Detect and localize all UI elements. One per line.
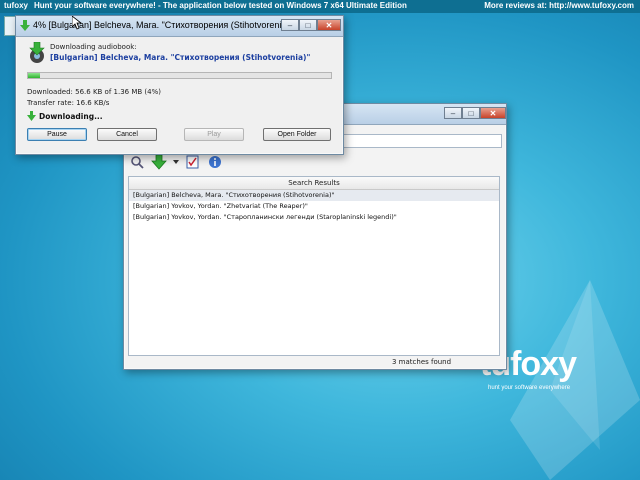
info-icon[interactable] xyxy=(206,154,224,170)
list-item[interactable]: [Bulgarian] Yovkov, Yordan. "Старопланин… xyxy=(129,212,499,223)
checklist-icon[interactable] xyxy=(184,154,202,170)
status-bar: 3 matches found xyxy=(128,356,500,368)
list-item[interactable]: [Bulgarian] Belcheva, Mara. "Стихотворен… xyxy=(129,190,499,201)
search-icon[interactable] xyxy=(128,154,146,170)
top-banner: tufoxy Hunt your software everywhere! - … xyxy=(0,0,640,13)
cancel-button[interactable]: Cancel xyxy=(97,128,157,141)
maximize-icon[interactable]: □ xyxy=(299,19,317,31)
watermark-tagline: hunt your software everywhere xyxy=(488,385,571,391)
downloaded-text: Downloaded: 56.6 KB of 1.36 MB (4%) xyxy=(27,88,161,96)
download-arrow-icon xyxy=(20,20,30,31)
download-status-text: Downloading... xyxy=(39,111,103,121)
download-progress-bar xyxy=(27,72,332,79)
match-count: 3 matches found xyxy=(392,358,452,366)
chevron-down-icon[interactable] xyxy=(172,154,180,170)
download-status: Downloading... xyxy=(27,111,103,121)
download-arrow-icon[interactable] xyxy=(150,154,168,170)
play-button[interactable]: Play xyxy=(184,128,244,141)
results-header: Search Results xyxy=(129,177,499,190)
pause-button[interactable]: Pause xyxy=(27,128,87,141)
search-results-panel: Search Results [Bulgarian] Belcheva, Mar… xyxy=(128,176,500,356)
close-icon[interactable]: ✕ xyxy=(317,19,341,31)
download-item-title: [Bulgarian] Belcheva, Mara. "Стихотворен… xyxy=(50,53,311,62)
transfer-rate-text: Transfer rate: 16.6 KB/s xyxy=(27,99,110,107)
downloading-label: Downloading audiobook: xyxy=(50,43,137,51)
download-arrow-icon xyxy=(27,111,36,121)
minimize-icon[interactable]: – xyxy=(281,19,299,31)
banner-ad-text: Hunt your software everywhere! - The app… xyxy=(34,1,407,10)
main-toolbar xyxy=(128,152,224,172)
banner-reviews-link[interactable]: More reviews at: http://www.tufoxy.com xyxy=(484,1,634,10)
open-folder-button[interactable]: Open Folder xyxy=(263,128,331,141)
maximize-icon[interactable]: □ xyxy=(462,107,480,119)
progress-fill xyxy=(28,73,41,78)
mouse-cursor-icon xyxy=(72,16,82,30)
download-dialog: 4% [Bulgarian] Belcheva, Mara. "Стихотво… xyxy=(15,15,344,155)
close-icon[interactable]: ✕ xyxy=(480,107,506,119)
audiobook-icon xyxy=(29,42,45,63)
list-item[interactable]: [Bulgarian] Yovkov, Yordan. "Zhetvariat … xyxy=(129,201,499,212)
download-dialog-titlebar[interactable]: 4% [Bulgarian] Belcheva, Mara. "Стихотво… xyxy=(16,16,343,37)
banner-logo: tufoxy xyxy=(4,1,28,10)
minimize-icon[interactable]: – xyxy=(444,107,462,119)
